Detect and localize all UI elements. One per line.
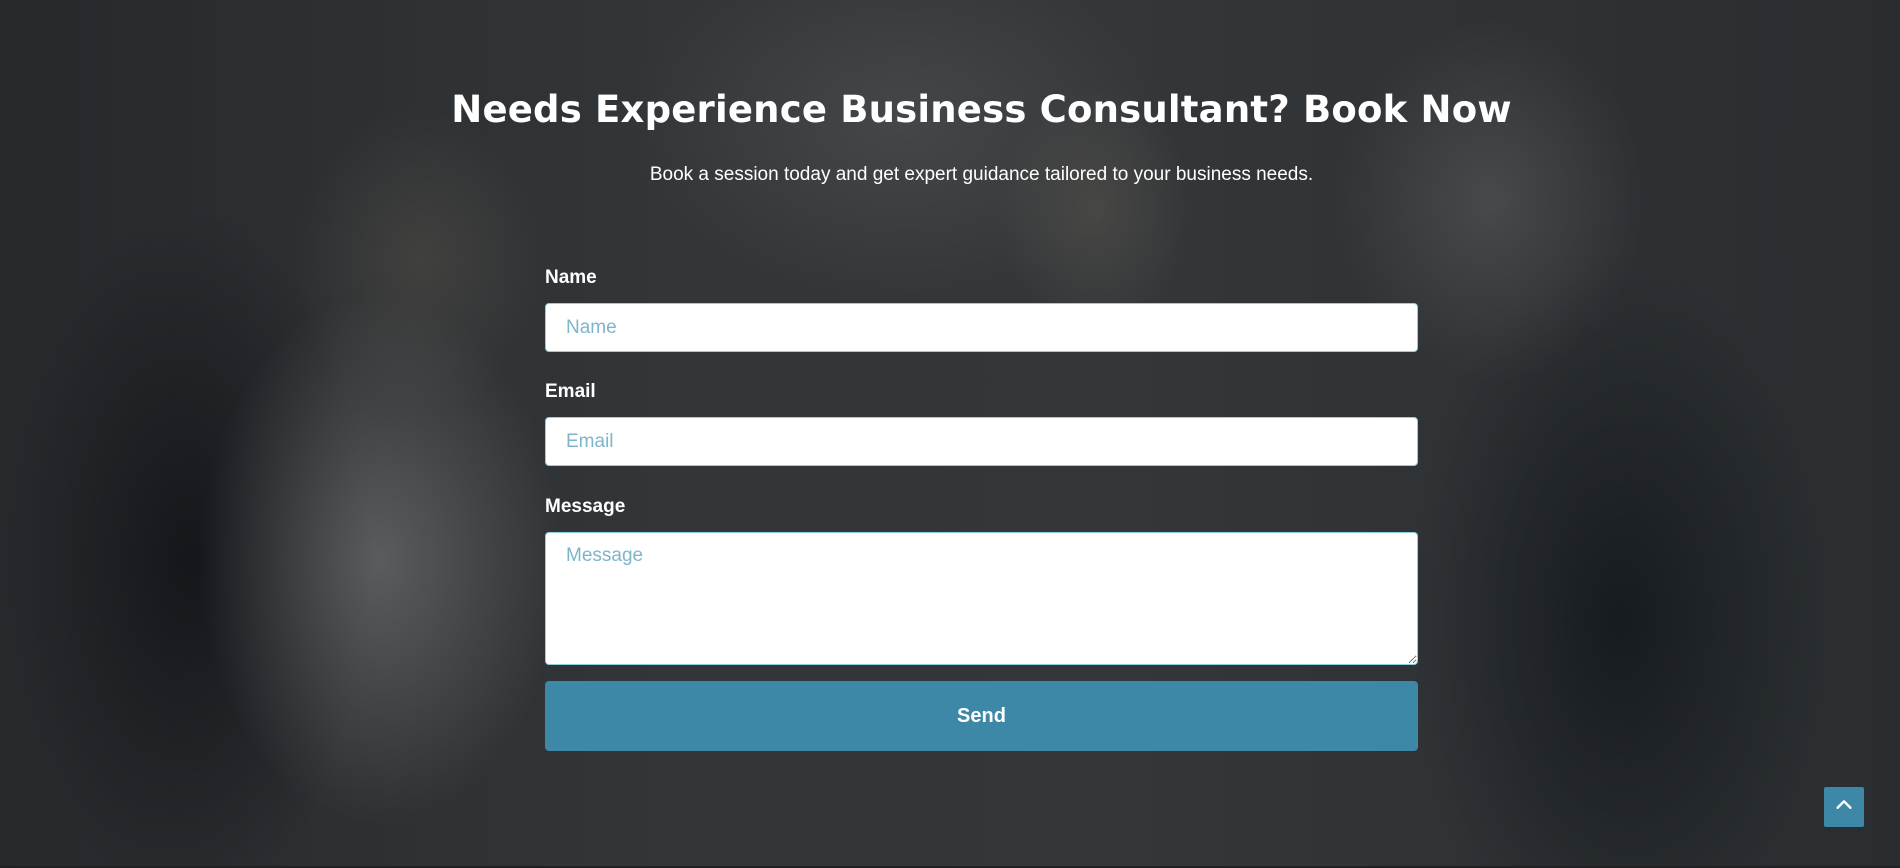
send-button[interactable]: Send (545, 681, 1418, 751)
email-field-group: Email (545, 379, 1418, 466)
name-field-group: Name (545, 265, 1418, 352)
page-subtitle: Book a session today and get expert guid… (649, 164, 1314, 185)
booking-section: Needs Experience Business Consultant? Bo… (0, 0, 1900, 868)
back-to-top-button[interactable] (1824, 787, 1864, 827)
email-input[interactable] (545, 417, 1418, 466)
name-label: Name (545, 267, 597, 288)
message-textarea[interactable] (545, 532, 1418, 665)
chevron-up-icon (1833, 794, 1855, 821)
name-input[interactable] (545, 303, 1418, 352)
email-label: Email (545, 381, 596, 402)
message-label: Message (545, 496, 626, 517)
page-title: Needs Experience Business Consultant? Bo… (451, 88, 1512, 131)
message-field-group: Message (545, 494, 1418, 670)
